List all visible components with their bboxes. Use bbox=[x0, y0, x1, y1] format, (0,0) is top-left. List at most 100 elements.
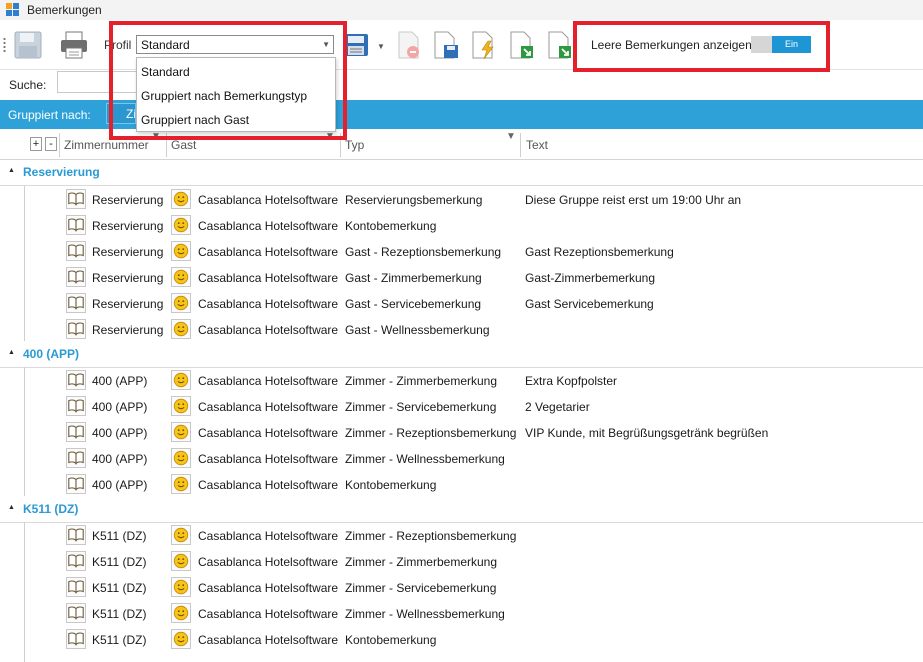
document-save-icon[interactable] bbox=[430, 29, 462, 61]
book-icon[interactable] bbox=[66, 241, 86, 261]
book-icon[interactable] bbox=[66, 370, 86, 390]
cell-zimmer: K511 (DZ) bbox=[92, 607, 147, 621]
table-row[interactable]: 400 (APP) Casablanca Hotelsoftware Zimme… bbox=[0, 419, 923, 445]
cell-text: Gast Servicebemerkung bbox=[525, 297, 654, 311]
table-row[interactable]: K511 (DZ) Casablanca Hotelsoftware Zimme… bbox=[0, 574, 923, 600]
collapse-arrow-icon[interactable]: ▲ bbox=[8, 504, 15, 511]
search-label: Suche: bbox=[9, 78, 47, 92]
profil-option-standard[interactable]: Standard bbox=[141, 65, 190, 79]
cell-typ: Zimmer - Wellnessbemerkung bbox=[345, 452, 505, 466]
filter-gast-icon[interactable]: ▼ bbox=[325, 131, 335, 142]
filter-typ-icon[interactable]: ▼ bbox=[506, 131, 516, 142]
column-header-zimmernummer[interactable]: Zimmernummer bbox=[64, 138, 149, 152]
table-row[interactable]: Reservierung Casablanca Hotelsoftware Ga… bbox=[0, 238, 923, 264]
cell-gast: Casablanca Hotelsoftware bbox=[198, 555, 339, 569]
cell-gast: Casablanca Hotelsoftware bbox=[198, 581, 339, 595]
group-header-reservierung[interactable]: ▲ Reservierung bbox=[0, 159, 923, 186]
printer-icon[interactable] bbox=[58, 29, 90, 61]
book-icon[interactable] bbox=[66, 525, 86, 545]
leere-bemerkungen-toggle[interactable]: Ein bbox=[751, 36, 811, 53]
cell-zimmer: Reservierung bbox=[92, 323, 164, 337]
document-lightning-icon[interactable] bbox=[468, 29, 500, 61]
column-header-gast[interactable]: Gast bbox=[171, 138, 196, 152]
profil-select[interactable]: Standard ▼ bbox=[136, 35, 334, 54]
group-header-k511-dz[interactable]: ▲ K511 (DZ) bbox=[0, 496, 923, 523]
save-layout-icon[interactable] bbox=[341, 29, 373, 61]
toolbar-grip-icon[interactable] bbox=[3, 37, 6, 53]
smiley-icon bbox=[171, 370, 191, 390]
book-icon[interactable] bbox=[66, 422, 86, 442]
save-layout-dropdown-icon[interactable]: ▼ bbox=[377, 42, 385, 51]
smiley-icon bbox=[171, 603, 191, 623]
book-icon[interactable] bbox=[66, 577, 86, 597]
table-row[interactable]: 400 (APP) Casablanca Hotelsoftware Zimme… bbox=[0, 393, 923, 419]
table-row[interactable]: Reservierung Casablanca Hotelsoftware Re… bbox=[0, 186, 923, 212]
table-row[interactable]: K511 (DZ) Casablanca Hotelsoftware Zimme… bbox=[0, 600, 923, 626]
cell-gast: Casablanca Hotelsoftware bbox=[198, 193, 339, 207]
book-icon[interactable] bbox=[66, 629, 86, 649]
collapse-arrow-icon[interactable]: ▲ bbox=[8, 349, 15, 356]
table-row[interactable]: 400 (APP) Casablanca Hotelsoftware Konto… bbox=[0, 471, 923, 497]
table-row[interactable]: K511 (DZ) Casablanca Hotelsoftware Zimme… bbox=[0, 548, 923, 574]
table-row[interactable]: 400 (APP) Casablanca Hotelsoftware Zimme… bbox=[0, 367, 923, 393]
document-import-icon[interactable] bbox=[506, 29, 538, 61]
book-icon[interactable] bbox=[66, 189, 86, 209]
book-icon[interactable] bbox=[66, 215, 86, 235]
save-disk-icon[interactable] bbox=[12, 29, 44, 61]
group-header-400-app[interactable]: ▲ 400 (APP) bbox=[0, 341, 923, 368]
profil-select-value: Standard bbox=[141, 38, 190, 52]
book-icon[interactable] bbox=[66, 448, 86, 468]
book-icon[interactable] bbox=[66, 603, 86, 623]
book-icon[interactable] bbox=[66, 551, 86, 571]
cell-typ: Zimmer - Servicebemerkung bbox=[345, 581, 497, 595]
cell-zimmer: K511 (DZ) bbox=[92, 555, 147, 569]
delete-document-icon[interactable] bbox=[392, 29, 424, 61]
cell-zimmer: Reservierung bbox=[92, 297, 164, 311]
profil-option-gast[interactable]: Gruppiert nach Gast bbox=[141, 113, 249, 127]
chevron-down-icon[interactable]: ▼ bbox=[322, 40, 330, 49]
cell-typ: Gast - Zimmerbemerkung bbox=[345, 271, 482, 285]
window-title: Bemerkungen bbox=[27, 3, 102, 17]
smiley-icon bbox=[171, 474, 191, 494]
cell-typ: Reservierungsbemerkung bbox=[345, 193, 483, 207]
smiley-icon bbox=[171, 267, 191, 287]
book-icon[interactable] bbox=[66, 396, 86, 416]
cell-typ: Gast - Rezeptionsbemerkung bbox=[345, 245, 502, 259]
cell-gast: Casablanca Hotelsoftware bbox=[198, 633, 339, 647]
smiley-icon bbox=[171, 525, 191, 545]
profil-option-bemerkungstyp[interactable]: Gruppiert nach Bemerkungstyp bbox=[141, 89, 307, 103]
cell-gast: Casablanca Hotelsoftware bbox=[198, 245, 339, 259]
table-row[interactable]: Reservierung Casablanca Hotelsoftware Ko… bbox=[0, 212, 923, 238]
column-separator bbox=[59, 133, 60, 157]
column-separator bbox=[340, 133, 341, 157]
cell-text: 2 Vegetarier bbox=[525, 400, 590, 414]
table-row[interactable]: Reservierung Casablanca Hotelsoftware Ga… bbox=[0, 290, 923, 316]
search-input[interactable] bbox=[57, 71, 137, 93]
book-icon[interactable] bbox=[66, 267, 86, 287]
smiley-icon bbox=[171, 215, 191, 235]
smiley-icon bbox=[171, 189, 191, 209]
filter-zimmernummer-icon[interactable]: ▼ bbox=[151, 131, 161, 142]
collapse-arrow-icon[interactable]: ▲ bbox=[8, 167, 15, 174]
book-icon[interactable] bbox=[66, 293, 86, 313]
table-row[interactable]: Reservierung Casablanca Hotelsoftware Ga… bbox=[0, 316, 923, 342]
document-export-icon[interactable] bbox=[544, 29, 576, 61]
column-header-typ[interactable]: Typ bbox=[345, 138, 364, 152]
table-row[interactable]: 400 (APP) Casablanca Hotelsoftware Zimme… bbox=[0, 445, 923, 471]
book-icon[interactable] bbox=[66, 319, 86, 339]
cell-zimmer: 400 (APP) bbox=[92, 374, 148, 388]
expand-all-button[interactable]: + bbox=[30, 137, 42, 151]
book-icon[interactable] bbox=[66, 474, 86, 494]
collapse-all-button[interactable]: - bbox=[45, 137, 57, 151]
cell-gast: Casablanca Hotelsoftware bbox=[198, 452, 339, 466]
column-header-text[interactable]: Text bbox=[526, 138, 548, 152]
toggle-on-segment[interactable]: Ein bbox=[772, 36, 811, 53]
group-by-chip[interactable]: Zi bbox=[106, 103, 136, 124]
table-row[interactable]: K511 (DZ) Casablanca Hotelsoftware Zimme… bbox=[0, 522, 923, 548]
cell-typ: Zimmer - Servicebemerkung bbox=[345, 400, 497, 414]
table-row[interactable]: K511 (DZ) Casablanca Hotelsoftware Konto… bbox=[0, 626, 923, 652]
cell-zimmer: 400 (APP) bbox=[92, 478, 148, 492]
table-row[interactable]: Reservierung Casablanca Hotelsoftware Ga… bbox=[0, 264, 923, 290]
cell-gast: Casablanca Hotelsoftware bbox=[198, 426, 339, 440]
app-icon bbox=[6, 3, 20, 17]
